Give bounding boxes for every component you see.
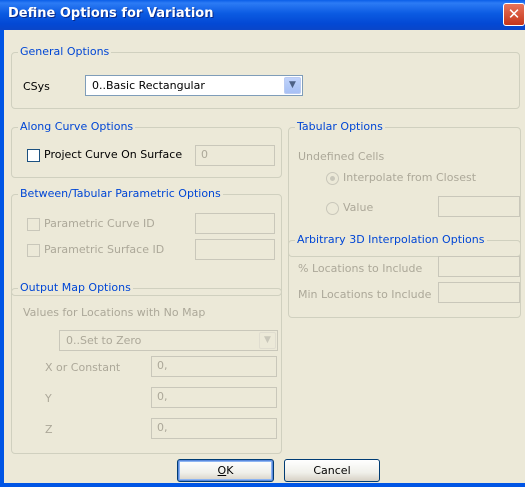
pct-locations-input[interactable]	[438, 256, 520, 277]
parametric-curve-label: Parametric Curve ID	[44, 217, 155, 230]
value-radio[interactable]	[326, 202, 339, 215]
x-constant-input[interactable]: 0,	[151, 356, 277, 377]
parametric-surface-checkbox[interactable]	[27, 244, 40, 257]
dialog-window: Define Options for Variation ✕ General O…	[0, 0, 525, 487]
ok-label-accel: O	[217, 464, 227, 477]
y-label: Y	[45, 392, 52, 405]
arbitrary-interp-legend: Arbitrary 3D Interpolation Options	[295, 233, 487, 246]
no-map-select-value: 0..Set to Zero	[66, 334, 142, 347]
parametric-curve-input[interactable]	[195, 213, 275, 234]
z-input[interactable]: 0,	[151, 418, 277, 439]
z-label: Z	[45, 423, 53, 436]
parametric-curve-checkbox[interactable]	[27, 218, 40, 231]
csys-select-value: 0..Basic Rectangular	[92, 79, 205, 92]
interpolate-label: Interpolate from Closest	[343, 171, 477, 184]
chevron-down-icon[interactable]: ▼	[284, 77, 301, 94]
close-icon[interactable]: ✕	[503, 3, 525, 26]
x-constant-label: X or Constant	[45, 361, 121, 374]
project-curve-label: Project Curve On Surface	[44, 148, 183, 161]
undefined-cells-label: Undefined Cells	[298, 150, 385, 163]
output-map-legend: Output Map Options	[18, 281, 133, 294]
ok-button[interactable]: OK	[177, 459, 274, 482]
pct-locations-label: % Locations to Include	[298, 262, 423, 275]
project-curve-input[interactable]: 0	[195, 145, 275, 166]
dialog-client-area: General Options CSys 0..Basic Rectangula…	[4, 30, 525, 483]
window-title: Define Options for Variation	[8, 6, 214, 21]
tabular-options-legend: Tabular Options	[295, 120, 385, 133]
csys-select[interactable]: 0..Basic Rectangular ▼	[85, 75, 303, 96]
ok-label-rest: K	[226, 464, 234, 477]
y-input[interactable]: 0,	[151, 387, 277, 408]
min-locations-label: Min Locations to Include	[298, 288, 432, 301]
no-map-select[interactable]: 0..Set to Zero ▼	[59, 330, 278, 351]
parametric-surface-label: Parametric Surface ID	[44, 243, 165, 256]
along-curve-legend: Along Curve Options	[18, 120, 136, 133]
between-parametric-legend: Between/Tabular Parametric Options	[18, 187, 223, 200]
value-label: Value	[343, 201, 374, 214]
min-locations-input[interactable]	[438, 282, 520, 303]
title-bar[interactable]: Define Options for Variation ✕	[0, 0, 525, 30]
cancel-button[interactable]: Cancel	[284, 459, 380, 482]
parametric-surface-input[interactable]	[195, 239, 275, 260]
csys-label: CSys	[23, 80, 50, 93]
tabular-value-input[interactable]	[438, 196, 520, 217]
project-curve-checkbox[interactable]	[27, 149, 40, 162]
chevron-down-icon[interactable]: ▼	[259, 332, 276, 349]
arbitrary-interp-group: Arbitrary 3D Interpolation Options	[288, 233, 521, 318]
no-map-label: Values for Locations with No Map	[23, 306, 206, 319]
general-options-legend: General Options	[18, 45, 112, 58]
interpolate-radio[interactable]	[326, 172, 339, 185]
